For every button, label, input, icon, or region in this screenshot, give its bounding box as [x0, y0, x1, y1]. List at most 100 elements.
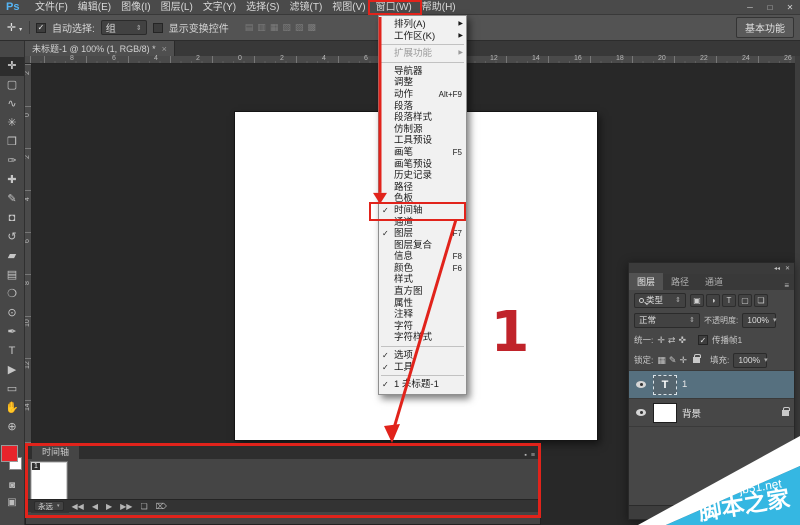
visibility-toggle[interactable]	[634, 409, 648, 416]
move-tool[interactable]: ✛	[0, 57, 24, 76]
window-menu-item-信息[interactable]: 信息 F8	[379, 251, 466, 263]
maximize-button[interactable]: □	[760, 0, 780, 15]
crop-tool[interactable]: ❒	[0, 133, 24, 152]
window-menu-item-字符[interactable]: 字符	[379, 321, 466, 333]
timeline-control-3[interactable]: ▶	[106, 502, 112, 511]
type-tool[interactable]: T	[0, 342, 24, 361]
timeline-tab[interactable]: 时间轴	[32, 444, 80, 459]
close-button[interactable]: ✕	[780, 0, 800, 15]
window-menu-item-路径[interactable]: 路径	[379, 182, 466, 194]
layer-row-1[interactable]: T1	[629, 371, 794, 399]
clone-stamp-tool[interactable]: ◘	[0, 209, 24, 228]
timeline-control-6[interactable]: ⌦	[156, 502, 167, 511]
show-transform-checkbox[interactable]	[152, 22, 163, 33]
menubar-item-1[interactable]: 文件(F)	[30, 0, 73, 15]
healing-brush-tool[interactable]: ✚	[0, 171, 24, 190]
unify-icon-1[interactable]: ✛	[657, 335, 665, 346]
menubar-item-8[interactable]: 视图(V)	[327, 0, 370, 15]
dodge-tool[interactable]: ⊙	[0, 304, 24, 323]
window-menu-item-工作区(K)[interactable]: 工作区(K) ▶	[379, 31, 466, 43]
timeline-control-2[interactable]: ◀	[92, 502, 98, 511]
window-menu-item-图层复合[interactable]: 图层复合	[379, 240, 466, 252]
window-menu-item-排列(A)[interactable]: 排列(A) ▶	[379, 19, 466, 31]
window-menu-item-图层[interactable]: ✓ 图层 F7	[379, 228, 466, 240]
menubar-item-10[interactable]: 帮助(H)	[417, 0, 461, 15]
align-icon-2[interactable]: ▥	[257, 22, 266, 33]
foreground-color-swatch[interactable]	[1, 445, 18, 462]
timeline-control-4[interactable]: ▶▶	[120, 502, 132, 511]
layers-bottom-icon-2[interactable]: fx	[732, 509, 737, 516]
shape-tool[interactable]: ▭	[0, 380, 24, 399]
filter-icon-3[interactable]: T	[722, 293, 736, 307]
menubar-item-3[interactable]: 图像(I)	[116, 0, 155, 15]
window-menu-item-选项[interactable]: ✓ 选项	[379, 350, 466, 362]
align-icon-1[interactable]: ▤	[245, 22, 254, 33]
layer-thumbnail[interactable]	[653, 402, 677, 423]
filter-kind-dropdown[interactable]: 类型 ⇕	[634, 292, 686, 308]
window-menu-item-导航器[interactable]: 导航器	[379, 66, 466, 78]
filter-icon-2[interactable]: ◑	[706, 293, 720, 307]
minimize-button[interactable]: ─	[740, 0, 760, 15]
filter-icon-5[interactable]: ❏	[754, 293, 768, 307]
window-menu-item-画笔预设[interactable]: 画笔预设	[379, 159, 466, 171]
brush-tool[interactable]: ✎	[0, 190, 24, 209]
menubar-item-6[interactable]: 选择(S)	[241, 0, 284, 15]
window-menu-item-注释[interactable]: 注释	[379, 309, 466, 321]
window-menu-item-扩展功能[interactable]: 扩展功能 ▶	[379, 48, 466, 60]
window-menu-item-样式[interactable]: 样式	[379, 274, 466, 286]
window-menu-item-工具预设[interactable]: 工具预设	[379, 135, 466, 147]
gradient-tool[interactable]: ▤	[0, 266, 24, 285]
window-menu-item-1 未标题-1[interactable]: ✓ 1 未标题-1	[379, 379, 466, 391]
path-selection-tool[interactable]: ▶	[0, 361, 24, 380]
timeline-frame-1[interactable]: 1	[30, 461, 68, 503]
eyedropper-tool[interactable]: ✑	[0, 152, 24, 171]
fill-dropdown[interactable]: 100% ▾	[733, 352, 768, 368]
window-menu-item-直方图[interactable]: 直方图	[379, 286, 466, 298]
window-menu-item-工具[interactable]: ✓ 工具	[379, 362, 466, 374]
visibility-toggle[interactable]	[634, 381, 648, 388]
screen-mode-icon[interactable]: ▣	[0, 494, 24, 511]
history-brush-tool[interactable]: ↺	[0, 228, 24, 247]
workspace-button[interactable]: 基本功能	[736, 17, 794, 38]
pen-tool[interactable]: ✒	[0, 323, 24, 342]
layers-bottom-icon-5[interactable]: ▣	[765, 509, 772, 517]
window-menu-item-画笔[interactable]: 画笔 F5	[379, 147, 466, 159]
collapse-dock-icon[interactable]: ◂◂	[774, 265, 780, 272]
layers-bottom-icon-3[interactable]: ◐	[743, 509, 747, 516]
layer-row-背景[interactable]: 背景	[629, 399, 794, 427]
align-icon-4[interactable]: ▧	[282, 22, 291, 33]
align-icon-6[interactable]: ▩	[307, 22, 316, 33]
loop-dropdown[interactable]: 永远 ▾	[34, 501, 64, 511]
opacity-dropdown[interactable]: 100% ▾	[742, 312, 777, 328]
window-menu-item-仿制源[interactable]: 仿制源	[379, 124, 466, 136]
window-menu-item-通道[interactable]: 通道	[379, 217, 466, 229]
window-menu-item-调整[interactable]: 调整	[379, 77, 466, 89]
menubar-item-4[interactable]: 图层(L)	[156, 0, 198, 15]
blend-mode-dropdown[interactable]: 正常 ⇕	[634, 312, 700, 328]
close-icon[interactable]: ✕	[785, 265, 790, 272]
menubar-item-7[interactable]: 滤镜(T)	[285, 0, 328, 15]
timeline-control-1[interactable]: ◀◀	[72, 502, 84, 511]
window-menu-item-时间轴[interactable]: ✓ 时间轴	[379, 205, 466, 217]
auto-select-dropdown[interactable]: 组 ⇕	[100, 20, 147, 35]
blur-tool[interactable]: ❍	[0, 285, 24, 304]
window-menu-item-字符样式[interactable]: 字符样式	[379, 332, 466, 344]
unify-icon-2[interactable]: ⇄	[668, 335, 676, 346]
marquee-tool[interactable]: ▢	[0, 76, 24, 95]
menubar-item-5[interactable]: 文字(Y)	[198, 0, 241, 15]
tool-preset-icon[interactable]: ✛ ▾	[6, 21, 30, 34]
layers-bottom-icon-4[interactable]: ❏	[753, 509, 759, 517]
hand-tool[interactable]: ✋	[0, 399, 24, 418]
unify-icon-3[interactable]: ✜	[678, 335, 686, 346]
timeline-corner-icon-2[interactable]: ≡	[531, 452, 535, 459]
lock-icon-3[interactable]: ✛	[679, 355, 687, 366]
eraser-tool[interactable]: ▰	[0, 247, 24, 266]
window-menu-item-动作[interactable]: 动作 Alt+F9	[379, 89, 466, 101]
document-tab[interactable]: 未标题-1 @ 100% (1, RGB/8) * ×	[25, 41, 175, 56]
lock-all-icon[interactable]	[692, 354, 701, 363]
window-menu-item-段落样式[interactable]: 段落样式	[379, 112, 466, 124]
window-menu-item-色板[interactable]: 色板	[379, 193, 466, 205]
window-menu-item-段落[interactable]: 段落	[379, 101, 466, 113]
quick-selection-tool[interactable]: ✳	[0, 114, 24, 133]
align-icon-5[interactable]: ▨	[295, 22, 304, 33]
